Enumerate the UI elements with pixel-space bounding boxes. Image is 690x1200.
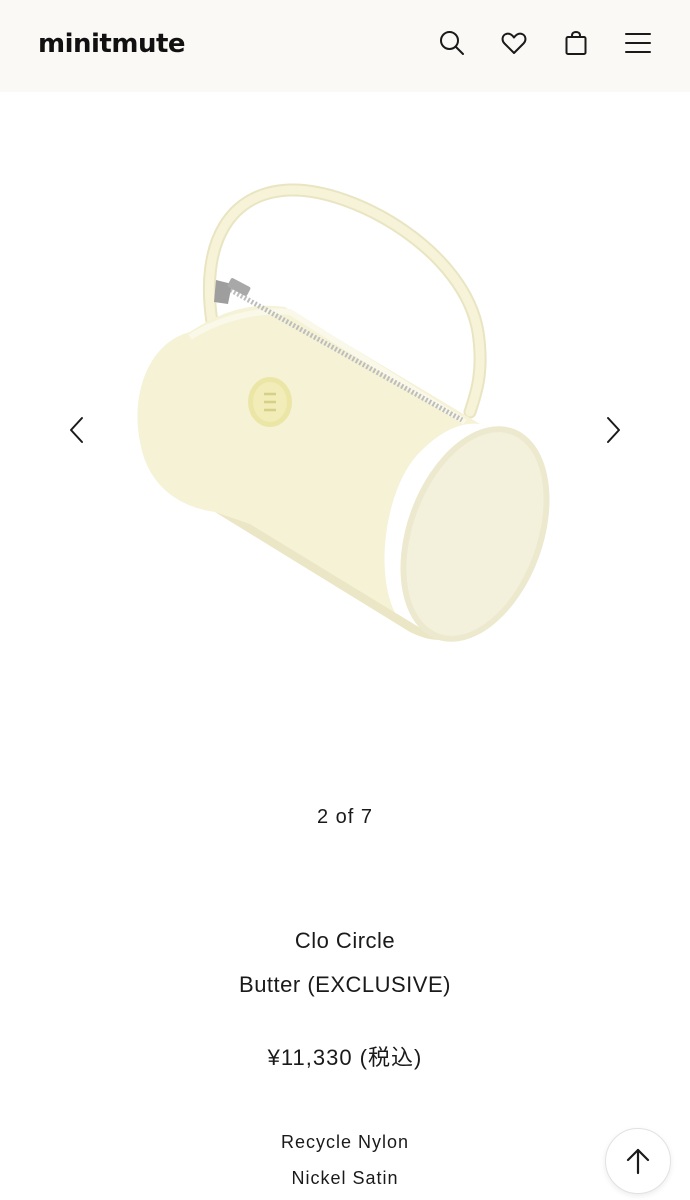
site-header: minitmute bbox=[0, 0, 690, 92]
heart-icon[interactable] bbox=[500, 29, 528, 57]
product-variant: Butter (EXCLUSIVE) bbox=[239, 972, 451, 997]
shopping-bag-icon[interactable] bbox=[562, 29, 590, 57]
header-actions bbox=[438, 29, 652, 57]
next-image-button[interactable] bbox=[598, 410, 628, 450]
brand-logo[interactable]: minitmute bbox=[38, 29, 186, 59]
previous-image-button[interactable] bbox=[62, 410, 92, 450]
image-counter: 2 of 7 bbox=[316, 806, 374, 828]
product-material: Recycle Nylon bbox=[280, 1132, 410, 1152]
chevron-right-icon bbox=[607, 417, 620, 443]
product-image[interactable] bbox=[120, 132, 570, 652]
product-price: ¥11,330 (税込) bbox=[267, 1045, 423, 1070]
product-material: Nickel Satin bbox=[291, 1168, 399, 1188]
scroll-to-top-button[interactable] bbox=[605, 1128, 671, 1194]
search-icon[interactable] bbox=[438, 29, 466, 57]
product-name: Clo Circle bbox=[294, 928, 396, 953]
arrow-up-icon bbox=[626, 1148, 650, 1175]
chevron-left-icon bbox=[70, 417, 83, 443]
hamburger-menu-icon[interactable] bbox=[624, 29, 652, 57]
product-image-carousel bbox=[0, 92, 690, 772]
